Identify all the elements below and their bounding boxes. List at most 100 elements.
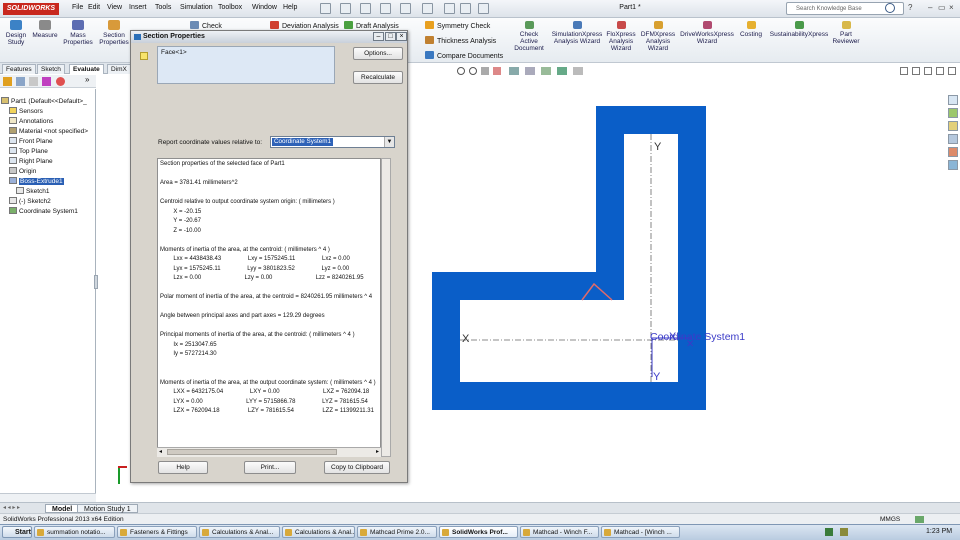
viewport-minimize-icon[interactable]: [924, 67, 932, 75]
taskbar-item[interactable]: Calculations & Anal...: [282, 526, 355, 538]
dimxpert-icon[interactable]: [42, 77, 51, 86]
taskbar-item[interactable]: SolidWorks Prof...: [439, 526, 518, 538]
minimize-button[interactable]: –: [928, 3, 932, 12]
symmetry-check-button[interactable]: Symmetry Check: [425, 21, 490, 30]
tree-item-sensors[interactable]: Sensors: [9, 107, 43, 115]
dialog-maximize-button[interactable]: □: [385, 32, 396, 41]
menu-insert[interactable]: Insert: [129, 4, 147, 11]
custom-properties-icon[interactable]: [948, 160, 958, 170]
units-indicator[interactable]: MMGS: [880, 516, 900, 523]
close-button[interactable]: ×: [949, 3, 954, 12]
menu-edit[interactable]: Edit: [88, 4, 100, 11]
options-button[interactable]: Options...: [353, 47, 403, 60]
taskbar-clock[interactable]: 1:23 PM: [926, 528, 952, 535]
draft-analysis-button[interactable]: Draft Analysis: [344, 21, 399, 30]
face-item[interactable]: Face<1>: [161, 49, 187, 56]
menu-window[interactable]: Window: [252, 4, 277, 11]
tab-evaluate[interactable]: Evaluate: [69, 64, 104, 74]
options-icon[interactable]: [478, 3, 489, 14]
taskbar-item[interactable]: Mathcad - Winch F...: [520, 526, 599, 538]
tree-item-origin[interactable]: Origin: [9, 167, 36, 175]
costing-button[interactable]: Costing: [736, 21, 766, 38]
file-properties-icon[interactable]: [460, 3, 471, 14]
viewport-split-icon[interactable]: [900, 67, 908, 75]
tab-model[interactable]: Model: [45, 504, 80, 513]
tree-item-sketch2[interactable]: (-) Sketch2: [9, 197, 51, 205]
file-explorer-icon[interactable]: [948, 121, 958, 131]
design-study-button[interactable]: Design Study: [4, 20, 28, 46]
help-button[interactable]: Help: [158, 461, 208, 474]
solidworks-logo[interactable]: SOLIDWORKS: [3, 3, 59, 15]
taskbar-item[interactable]: Fasteners & Fittings: [117, 526, 197, 538]
tab-motion-study[interactable]: Motion Study 1: [77, 504, 138, 513]
zoom-area-icon[interactable]: [469, 67, 477, 75]
viewport-restore-icon[interactable]: [936, 67, 944, 75]
tree-item-annotations[interactable]: Annotations: [9, 117, 53, 125]
menu-simulation[interactable]: Simulation: [180, 4, 213, 11]
select-icon[interactable]: [422, 3, 433, 14]
tree-scrollbar[interactable]: [0, 493, 96, 502]
scroll-thumb[interactable]: [167, 449, 337, 455]
tree-item-material-not-specified[interactable]: Material <not specified>: [9, 127, 88, 135]
menu-file[interactable]: File: [72, 4, 83, 11]
thickness-analysis-button[interactable]: Thickness Analysis: [425, 36, 496, 45]
menu-help[interactable]: Help: [283, 4, 297, 11]
tray-volume-icon[interactable]: [840, 528, 848, 536]
design-library-icon[interactable]: [948, 108, 958, 118]
tab-dimx[interactable]: DimX: [107, 64, 131, 74]
tab-features[interactable]: Features: [2, 64, 36, 74]
scene-icon[interactable]: [573, 67, 583, 75]
restore-button[interactable]: ▭: [938, 3, 946, 12]
save-icon[interactable]: [360, 3, 371, 14]
display-manager-icon[interactable]: [56, 77, 65, 86]
panel-splitter[interactable]: [94, 275, 98, 289]
driveworks-button[interactable]: DriveWorksXpress Wizard: [678, 21, 736, 45]
dialog-minimize-button[interactable]: –: [373, 32, 384, 41]
copy-to-clipboard-button[interactable]: Copy to Clipboard: [324, 461, 390, 474]
previous-view-icon[interactable]: [481, 67, 489, 75]
scroll-left-icon[interactable]: ◂: [159, 448, 162, 455]
start-button[interactable]: Start: [2, 526, 32, 538]
appearance-icon[interactable]: [557, 67, 567, 75]
menu-toolbox[interactable]: Toolbox: [218, 4, 242, 11]
help-icon[interactable]: ?: [908, 3, 912, 12]
print-icon[interactable]: [380, 3, 391, 14]
new-file-icon[interactable]: [320, 3, 331, 14]
results-vertical-scrollbar[interactable]: [381, 158, 391, 457]
resources-icon[interactable]: [948, 95, 958, 105]
part-reviewer-button[interactable]: Part Reviewer: [832, 21, 860, 45]
tab-nav-arrows[interactable]: ◂ ◂ ▸ ▸: [3, 504, 20, 511]
print-button[interactable]: Print...: [244, 461, 296, 474]
open-file-icon[interactable]: [340, 3, 351, 14]
deviation-analysis-button[interactable]: Deviation Analysis: [270, 21, 339, 30]
tree-item-boss-extrude1[interactable]: Boss-Extrude1: [9, 177, 64, 185]
tree-item-right-plane[interactable]: Right Plane: [9, 157, 53, 165]
taskbar-item[interactable]: Calculations & Anal...: [199, 526, 280, 538]
tree-item-front-plane[interactable]: Front Plane: [9, 137, 53, 145]
appearances-icon[interactable]: [948, 147, 958, 157]
section-properties-button[interactable]: Section Properties: [98, 20, 130, 46]
taskbar-item[interactable]: Mathcad Prime 2.0...: [357, 526, 437, 538]
dialog-close-button[interactable]: ×: [396, 32, 407, 41]
check-doc-button[interactable]: Check Active Document: [512, 21, 546, 52]
feature-manager-icon[interactable]: [3, 77, 12, 86]
mass-properties-button[interactable]: Mass Properties: [62, 20, 94, 46]
sustainability-button[interactable]: SustainabilityXpress: [767, 21, 831, 38]
search-icon[interactable]: [885, 3, 895, 13]
status-help-icon[interactable]: [915, 516, 924, 523]
graphics-area[interactable]: Y X X Y Coordinate System1 ✕: [420, 100, 760, 420]
expand-icon[interactable]: »: [85, 75, 89, 84]
viewport-tile-icon[interactable]: [912, 67, 920, 75]
simulation-button[interactable]: SimulationXpress Analysis Wizard: [550, 21, 604, 45]
menu-tools[interactable]: Tools: [155, 4, 171, 11]
view-orientation-icon[interactable]: [509, 67, 519, 75]
dfmxpress-button[interactable]: DFMXpress Analysis Wizard: [640, 21, 676, 52]
compare-documents-button[interactable]: Compare Documents: [425, 51, 503, 60]
rebuild-icon[interactable]: [444, 3, 455, 14]
property-manager-icon[interactable]: [16, 77, 25, 86]
measure-button[interactable]: Measure: [31, 20, 59, 39]
results-horizontal-scrollbar[interactable]: ◂ ▸: [157, 447, 381, 457]
configuration-manager-icon[interactable]: [29, 77, 38, 86]
results-text-area[interactable]: Section properties of the selected face …: [157, 158, 381, 457]
coordinate-system-select[interactable]: Coordinate System1 ▼: [270, 136, 395, 148]
